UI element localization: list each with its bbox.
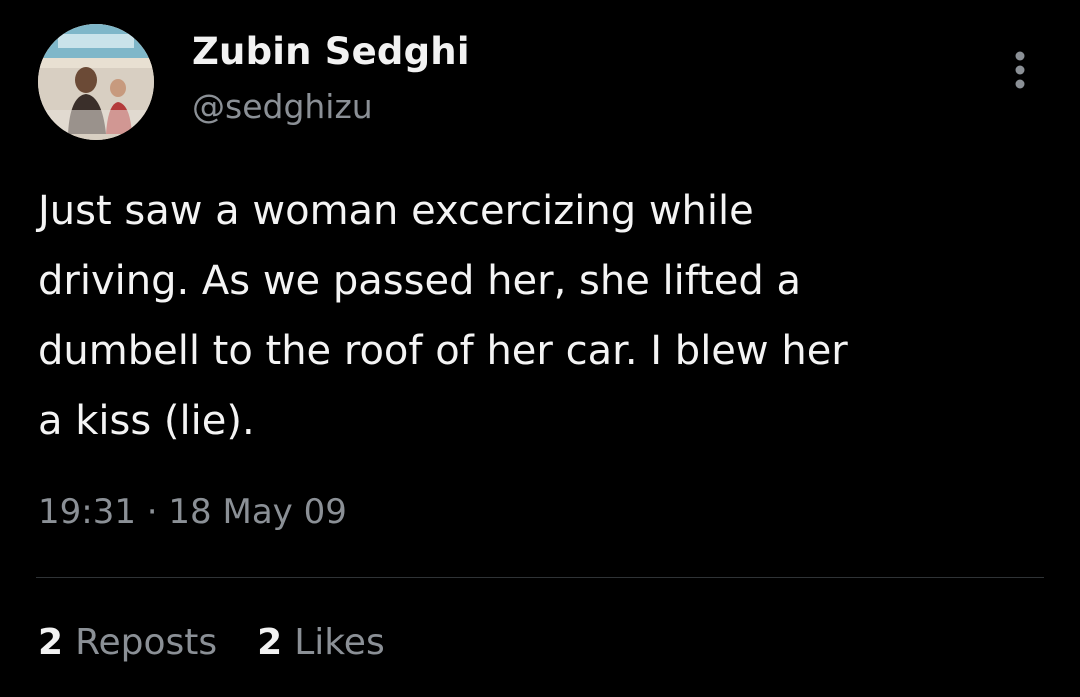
reposts-label: Reposts bbox=[75, 622, 218, 663]
profile-photo bbox=[38, 24, 154, 140]
likes-stat[interactable]: 2 Likes bbox=[257, 622, 385, 663]
divider bbox=[36, 577, 1044, 578]
tweet-timestamp[interactable]: 19:31 · 18 May 09 bbox=[38, 492, 347, 532]
tweet-date: 18 May 09 bbox=[168, 492, 347, 532]
likes-count: 2 bbox=[257, 622, 283, 663]
user-handle[interactable]: @sedghizu bbox=[192, 87, 373, 126]
engagement-stats: 2 Reposts 2 Likes bbox=[38, 622, 385, 663]
avatar[interactable] bbox=[38, 24, 154, 140]
more-vertical-icon bbox=[1015, 51, 1025, 89]
reposts-stat[interactable]: 2 Reposts bbox=[38, 622, 217, 663]
tweet-time: 19:31 bbox=[38, 492, 136, 532]
reposts-count: 2 bbox=[38, 622, 64, 663]
more-options-button[interactable] bbox=[1004, 48, 1036, 92]
timestamp-separator: · bbox=[146, 492, 158, 532]
tweet-text: Just saw a woman excercizing while drivi… bbox=[38, 188, 848, 444]
display-name[interactable]: Zubin Sedghi bbox=[192, 30, 470, 73]
likes-label: Likes bbox=[294, 622, 385, 663]
